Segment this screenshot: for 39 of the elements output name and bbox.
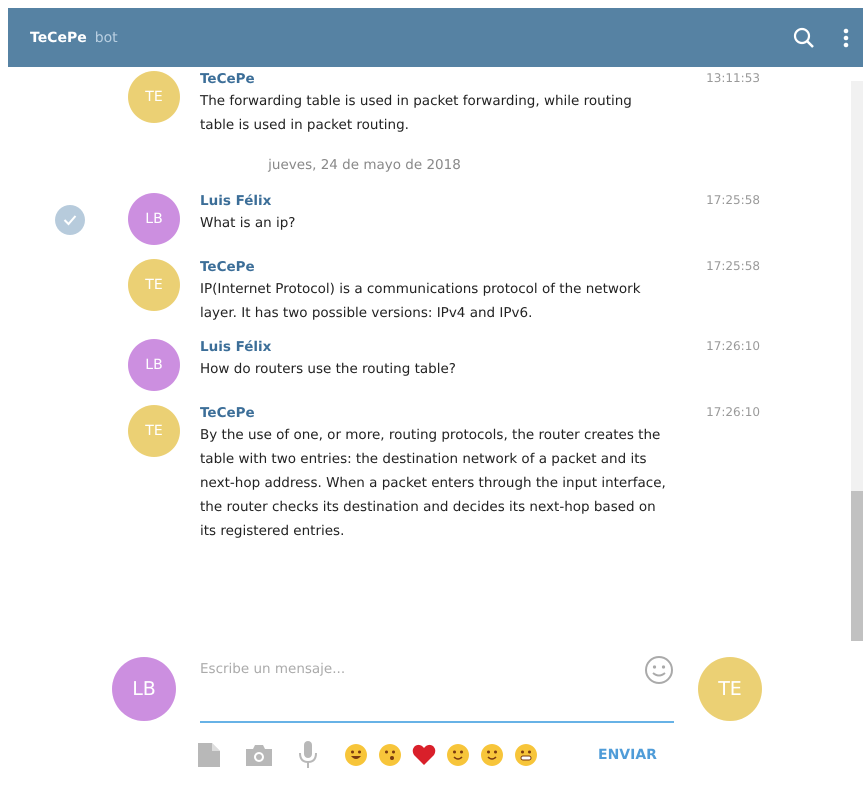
message-time: 17:25:58 [705,259,760,273]
sender-name[interactable]: Luis Félix [200,193,670,209]
avatar[interactable]: TE [128,71,180,123]
avatar[interactable]: LB [128,193,180,245]
chat-subtitle: bot [94,30,118,46]
avatar[interactable]: LB [128,339,180,391]
message-text: What is an ip? [200,214,296,233]
emoji-icon[interactable] [446,743,470,767]
date-separator: jueves, 24 de mayo de 2018 [266,156,462,175]
heart-icon[interactable] [412,744,436,766]
sender-name[interactable]: TeCePe [200,259,670,275]
sender-name[interactable]: TeCePe [200,71,670,87]
smiley-icon[interactable] [644,655,674,685]
emoji-icon[interactable] [480,743,504,767]
sender-name[interactable]: TeCePe [200,405,670,421]
scrollbar-thumb[interactable] [851,491,863,641]
message-time: 17:26:10 [705,405,760,419]
avatar[interactable]: LB [112,657,176,721]
message-time: 17:26:10 [705,339,760,353]
emoji-icon[interactable] [514,743,538,767]
message-time: 13:11:53 [705,71,760,85]
avatar[interactable]: TE [128,405,180,457]
message-text: The forwarding table is used in packet forwarding, while routing table is used in packet routing. [200,92,633,135]
message-input[interactable]: Escribe un mensaje... [200,657,644,681]
message-text: IP(Internet Protocol) is a communications protocol of the network layer. It has two possible versions: IPv4 and IPv6. [200,280,642,323]
chat-title: TeCePe [30,30,87,46]
emoji-icon[interactable] [378,743,402,767]
message-text: How do routers use the routing table? [200,360,457,379]
menu-icon[interactable] [843,28,849,48]
avatar[interactable]: TE [698,657,762,721]
avatar[interactable]: TE [128,259,180,311]
sender-name[interactable]: Luis Félix [200,339,670,355]
message-time: 17:25:58 [705,193,760,207]
scrollbar[interactable] [851,81,863,641]
selected-check-icon[interactable] [55,205,85,235]
search-icon[interactable] [793,26,815,48]
send-button[interactable]: ENVIAR [598,747,657,763]
emoji-icon[interactable] [344,743,368,767]
message-text: By the use of one, or more, routing protocols, the router creates the table with two entries: the destination network of a packet and its next-hop address. When a packet enters through the input interface, the router checks its destination and decides its next-hop based on its registered entries. [200,426,667,541]
